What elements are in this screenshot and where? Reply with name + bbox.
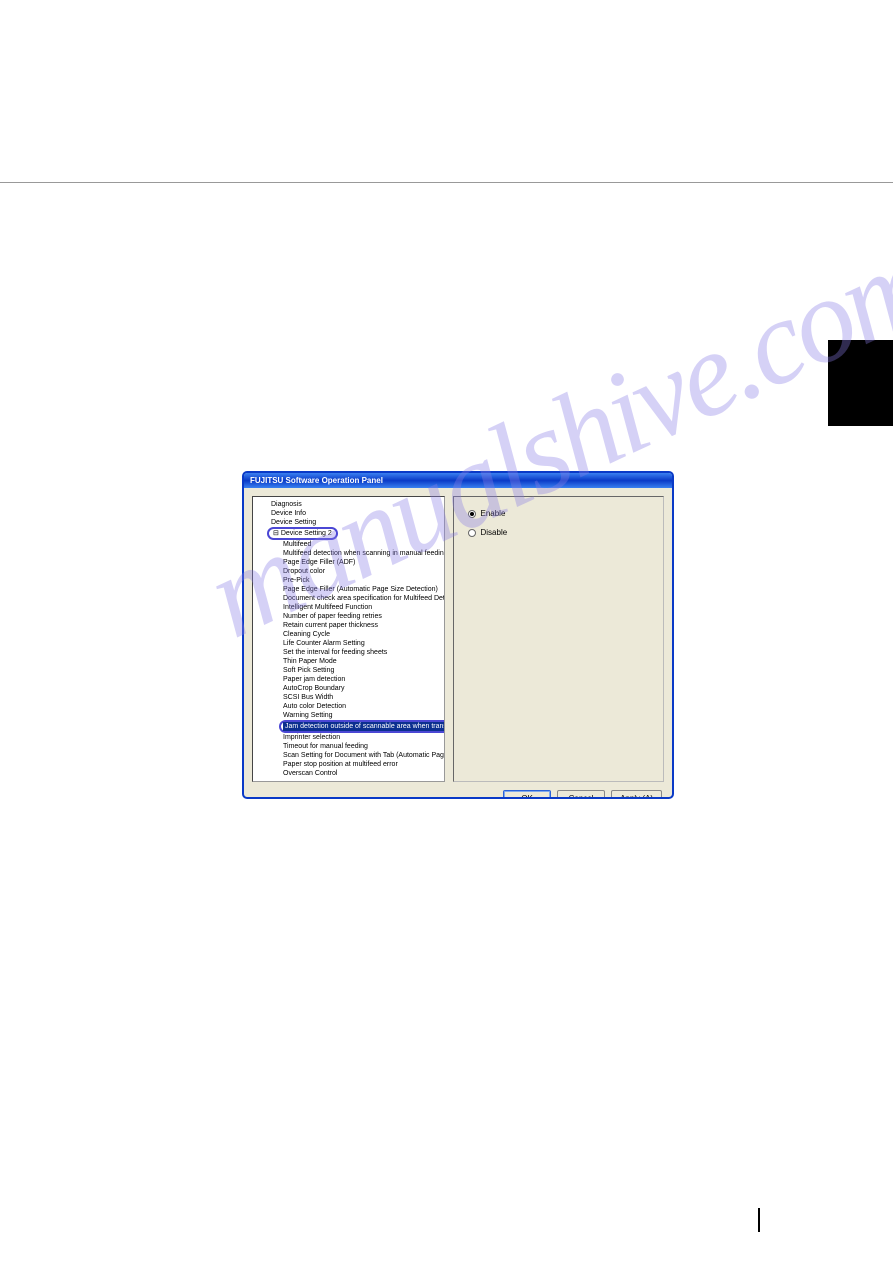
tree-item[interactable]: Soft Pick Setting <box>259 666 441 675</box>
side-tab-marker <box>828 340 893 426</box>
tree-item[interactable]: Life Counter Alarm Setting <box>259 639 441 648</box>
tree-item[interactable]: Imprinter selection <box>259 733 441 742</box>
tree-item[interactable]: Scan Setting for Document with Tab (Auto… <box>259 751 441 760</box>
tree-item-selected[interactable]: Jam detection outside of scannable area … <box>259 720 441 733</box>
options-pane: Enable Disable <box>453 496 665 782</box>
tree-item-device-setting[interactable]: Device Setting <box>259 518 441 527</box>
radio-enable[interactable]: Enable <box>468 509 650 518</box>
radio-label: Enable <box>481 509 506 518</box>
tree-item[interactable]: Pre-Pick <box>259 576 441 585</box>
tree-item-device-info[interactable]: Device Info <box>259 509 441 518</box>
circled-highlight: Jam detection outside of scannable area … <box>279 720 445 733</box>
radio-icon <box>468 529 476 537</box>
tree-item[interactable]: Intelligent Multifeed Function <box>259 603 441 612</box>
tree-item[interactable]: Page Edge Filler (Automatic Page Size De… <box>259 585 441 594</box>
tree-item[interactable]: AutoCrop Boundary <box>259 684 441 693</box>
tree-item[interactable]: Multifeed <box>259 540 441 549</box>
tree-item[interactable]: Overscan Control <box>259 769 441 778</box>
radio-icon <box>468 510 476 518</box>
tree-item[interactable]: Set the interval for feeding sheets <box>259 648 441 657</box>
dialog-title: FUJITSU Software Operation Panel <box>250 476 383 485</box>
apply-button[interactable]: Apply (A) <box>611 790 662 799</box>
tree-item[interactable]: Cleaning Cycle <box>259 630 441 639</box>
dialog-window: FUJITSU Software Operation Panel Diagnos… <box>242 471 674 799</box>
tree-pane[interactable]: Diagnosis Device Info Device Setting ⊟ D… <box>252 496 445 782</box>
tree-item[interactable]: Timeout for manual feeding <box>259 742 441 751</box>
titlebar[interactable]: FUJITSU Software Operation Panel <box>244 473 672 488</box>
circled-highlight: ⊟ Device Setting 2 <box>267 527 338 540</box>
tree-item[interactable]: Auto color Detection <box>259 702 441 711</box>
tree-item[interactable]: Page Edge Filler (ADF) <box>259 558 441 567</box>
radio-label: Disable <box>481 528 508 537</box>
tree-item[interactable]: Warning Setting <box>259 711 441 720</box>
tree-item[interactable]: Document check area specification for Mu… <box>259 594 441 603</box>
tree-item[interactable]: Paper jam detection <box>259 675 441 684</box>
tree-item[interactable]: Thin Paper Mode <box>259 657 441 666</box>
tree-item-device-setting-2[interactable]: ⊟ Device Setting 2 <box>259 527 441 540</box>
tree-item[interactable]: SCSI Bus Width <box>259 693 441 702</box>
tree-item-diagnosis[interactable]: Diagnosis <box>259 500 441 509</box>
tree-item[interactable]: Dropout color <box>259 567 441 576</box>
button-row: OK Cancel Apply (A) <box>244 790 672 799</box>
ok-button[interactable]: OK <box>503 790 551 799</box>
tree-item[interactable]: Multifeed detection when scanning in man… <box>259 549 441 558</box>
tree-item[interactable]: Retain current paper thickness <box>259 621 441 630</box>
radio-disable[interactable]: Disable <box>468 528 650 537</box>
tree-item[interactable]: Paper stop position at multifeed error <box>259 760 441 769</box>
cancel-button[interactable]: Cancel <box>557 790 605 799</box>
tree-item[interactable]: Number of paper feeding retries <box>259 612 441 621</box>
page-footer-mark <box>758 1208 760 1232</box>
dialog-content: Diagnosis Device Info Device Setting ⊟ D… <box>244 488 672 790</box>
header-rule <box>0 182 893 183</box>
